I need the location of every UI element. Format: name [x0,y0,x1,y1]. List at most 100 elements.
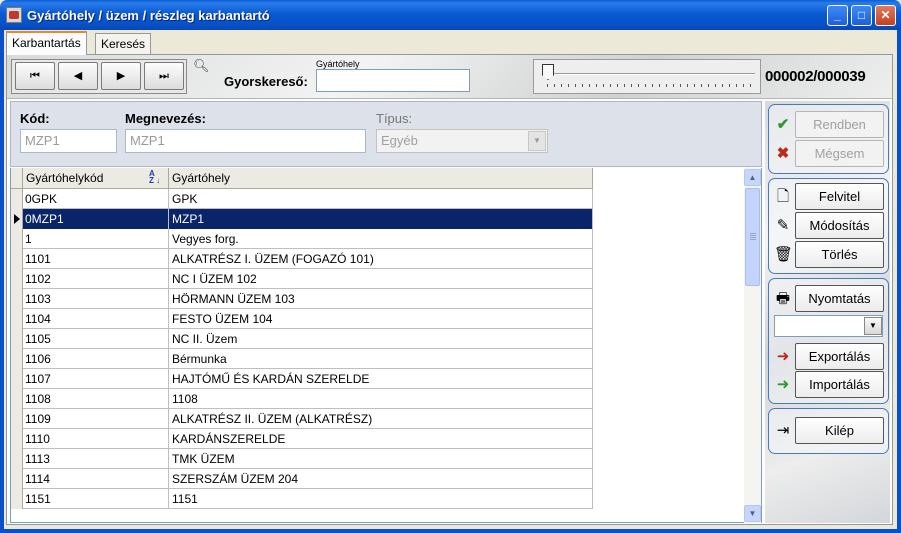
cell-gyartohelykod[interactable]: 1 [23,229,169,249]
app-icon[interactable] [6,7,22,23]
rendben-button[interactable]: Rendben [795,111,884,138]
cell-gyartohely[interactable]: NC I ÜZEM 102 [169,269,593,289]
row-indicator[interactable] [11,209,23,229]
table-row[interactable]: 1102 NC I ÜZEM 102 [11,269,593,289]
felvitel-button[interactable]: Felvitel [795,183,884,210]
next-record-button[interactable]: ▶ [101,62,141,90]
table-row[interactable]: 1105 NC II. Üzem [11,329,593,349]
row-indicator[interactable] [11,449,23,469]
torles-button[interactable]: Törlés [795,241,884,268]
table-row[interactable]: 1104 FESTO ÜZEM 104 [11,309,593,329]
table-row[interactable]: 1106 Bérmunka [11,349,593,369]
scroll-up-button[interactable]: ▲ [744,169,761,186]
cell-gyartohelykod[interactable]: 1114 [23,469,169,489]
cell-gyartohelykod[interactable]: 1105 [23,329,169,349]
sort-az-icon[interactable]: AZ ↓ [149,170,165,186]
table-row[interactable]: 1101 ALKATRÉSZ I. ÜZEM (FOGAZÓ 101) [11,249,593,269]
cell-gyartohelykod[interactable]: 1107 [23,369,169,389]
row-indicator[interactable] [11,229,23,249]
title-bar[interactable]: Gyártóhely / üzem / részleg karbantartó … [0,0,901,30]
grid-corner [11,168,23,189]
cell-gyartohelykod[interactable]: 1104 [23,309,169,329]
tab-karbantartas[interactable]: Karbantartás [6,31,87,55]
cell-gyartohely[interactable]: 1151 [169,489,593,509]
cell-gyartohely[interactable]: KARDÁNSZERELDE [169,429,593,449]
maximize-button[interactable]: □ [851,5,872,26]
cell-gyartohelykod[interactable]: 0MZP1 [23,209,169,229]
megnevezes-label: Megnevezés: [125,111,206,126]
cell-gyartohely[interactable]: 1108 [169,389,593,409]
importalas-button[interactable]: Importálás [795,371,884,398]
table-row[interactable]: 1108 1108 [11,389,593,409]
cell-gyartohely[interactable]: ALKATRÉSZ II. ÜZEM (ALKATRÉSZ) [169,409,593,429]
column-header-gyartohely[interactable]: Gyártóhely [169,168,593,189]
cell-gyartohely[interactable]: ALKATRÉSZ I. ÜZEM (FOGAZÓ 101) [169,249,593,269]
table-row[interactable]: 1110 KARDÁNSZERELDE [11,429,593,449]
row-indicator[interactable] [11,249,23,269]
column-header-kod[interactable]: Gyártóhelykód [23,168,169,189]
quicksearch-input[interactable] [316,69,470,92]
cell-gyartohely[interactable]: MZP1 [169,209,593,229]
row-indicator[interactable] [11,369,23,389]
cell-gyartohelykod[interactable]: 1151 [23,489,169,509]
prev-record-button[interactable]: ◀ [58,62,98,90]
kilep-button[interactable]: Kilép [795,417,884,444]
cell-gyartohelykod[interactable]: 1103 [23,289,169,309]
last-record-button[interactable]: ⏭ [144,62,184,90]
row-indicator[interactable] [11,469,23,489]
cell-gyartohelykod[interactable]: 1113 [23,449,169,469]
cell-gyartohely[interactable]: NC II. Üzem [169,329,593,349]
cell-gyartohely[interactable]: TMK ÜZEM [169,449,593,469]
table-row[interactable]: 1114 SZERSZÁM ÜZEM 204 [11,469,593,489]
table-row[interactable]: 1109 ALKATRÉSZ II. ÜZEM (ALKATRÉSZ) [11,409,593,429]
megsem-button[interactable]: Mégsem [795,140,884,167]
cell-gyartohelykod[interactable]: 1106 [23,349,169,369]
tab-kereses[interactable]: Keresés [95,33,152,54]
exportalas-button[interactable]: Exportálás [795,343,884,370]
row-indicator[interactable] [11,289,23,309]
cell-gyartohely[interactable]: HAJTÓMŰ ÉS KARDÁN SZERELDE [169,369,593,389]
modositas-button[interactable]: Módosítás [795,212,884,239]
chevron-down-icon[interactable]: ▼ [864,317,882,335]
close-button[interactable]: ✕ [875,5,896,26]
scroll-down-button[interactable]: ▼ [744,505,761,522]
cell-gyartohely[interactable]: Vegyes forg. [169,229,593,249]
row-indicator[interactable] [11,329,23,349]
cell-gyartohely[interactable]: HÖRMANN ÜZEM 103 [169,289,593,309]
table-row[interactable]: 1103 HÖRMANN ÜZEM 103 [11,289,593,309]
search-icon[interactable]: 🔍︎ [193,58,210,73]
row-indicator[interactable] [11,429,23,449]
row-indicator[interactable] [11,389,23,409]
first-record-button[interactable]: ⏮ [15,62,55,90]
cell-gyartohely[interactable]: FESTO ÜZEM 104 [169,309,593,329]
record-slider-track[interactable] [543,73,755,75]
cell-gyartohelykod[interactable]: 1102 [23,269,169,289]
kod-field[interactable]: MZP1 [20,129,117,153]
table-row[interactable]: 1 Vegyes forg. [11,229,593,249]
cell-gyartohely[interactable]: Bérmunka [169,349,593,369]
table-row[interactable]: 1151 1151 [11,489,593,509]
cell-gyartohely[interactable]: SZERSZÁM ÜZEM 204 [169,469,593,489]
row-indicator[interactable] [11,269,23,289]
row-indicator[interactable] [11,349,23,369]
row-indicator[interactable] [11,489,23,509]
table-row[interactable]: 0MZP1 MZP1 [11,209,593,229]
megnevezes-field[interactable]: MZP1 [125,129,366,153]
table-row[interactable]: 1113 TMK ÜZEM [11,449,593,469]
row-indicator[interactable] [11,309,23,329]
cell-gyartohelykod[interactable]: 1101 [23,249,169,269]
cell-gyartohelykod[interactable]: 1108 [23,389,169,409]
cell-gyartohely[interactable]: GPK [169,189,593,209]
table-row[interactable]: 0GPK GPK [11,189,593,209]
row-indicator[interactable] [11,189,23,209]
minimize-button[interactable]: _ [827,5,848,26]
chevron-down-icon[interactable]: ▼ [528,131,546,151]
tipus-select[interactable]: Egyéb [376,129,548,153]
cell-gyartohelykod[interactable]: 1109 [23,409,169,429]
cell-gyartohelykod[interactable]: 0GPK [23,189,169,209]
scroll-thumb[interactable] [745,188,760,286]
row-indicator[interactable] [11,409,23,429]
table-row[interactable]: 1107 HAJTÓMŰ ÉS KARDÁN SZERELDE [11,369,593,389]
cell-gyartohelykod[interactable]: 1110 [23,429,169,449]
nyomtatas-button[interactable]: Nyomtatás [795,285,884,312]
